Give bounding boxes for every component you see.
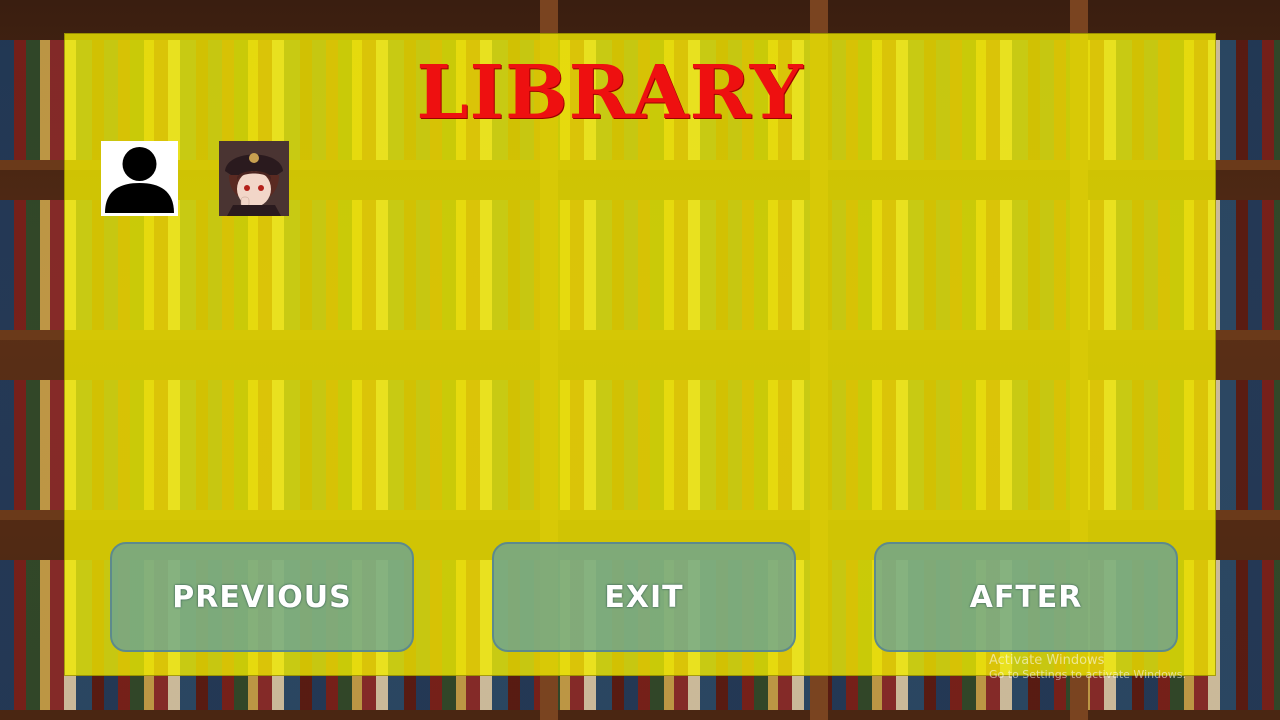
watermark-subtitle: Go to Settings to activate Windows. [989, 668, 1187, 681]
character-avatar-icon[interactable] [219, 141, 289, 216]
after-button[interactable]: AFTER [874, 542, 1178, 652]
activation-watermark: Activate Windows Go to Settings to activ… [989, 654, 1186, 682]
page-title: LIBRARY [416, 50, 804, 136]
user-silhouette-icon[interactable] [101, 141, 178, 216]
watermark-title: Activate Windows [989, 653, 1105, 668]
exit-button[interactable]: EXIT [492, 542, 796, 652]
previous-button[interactable]: PREVIOUS [110, 542, 414, 652]
